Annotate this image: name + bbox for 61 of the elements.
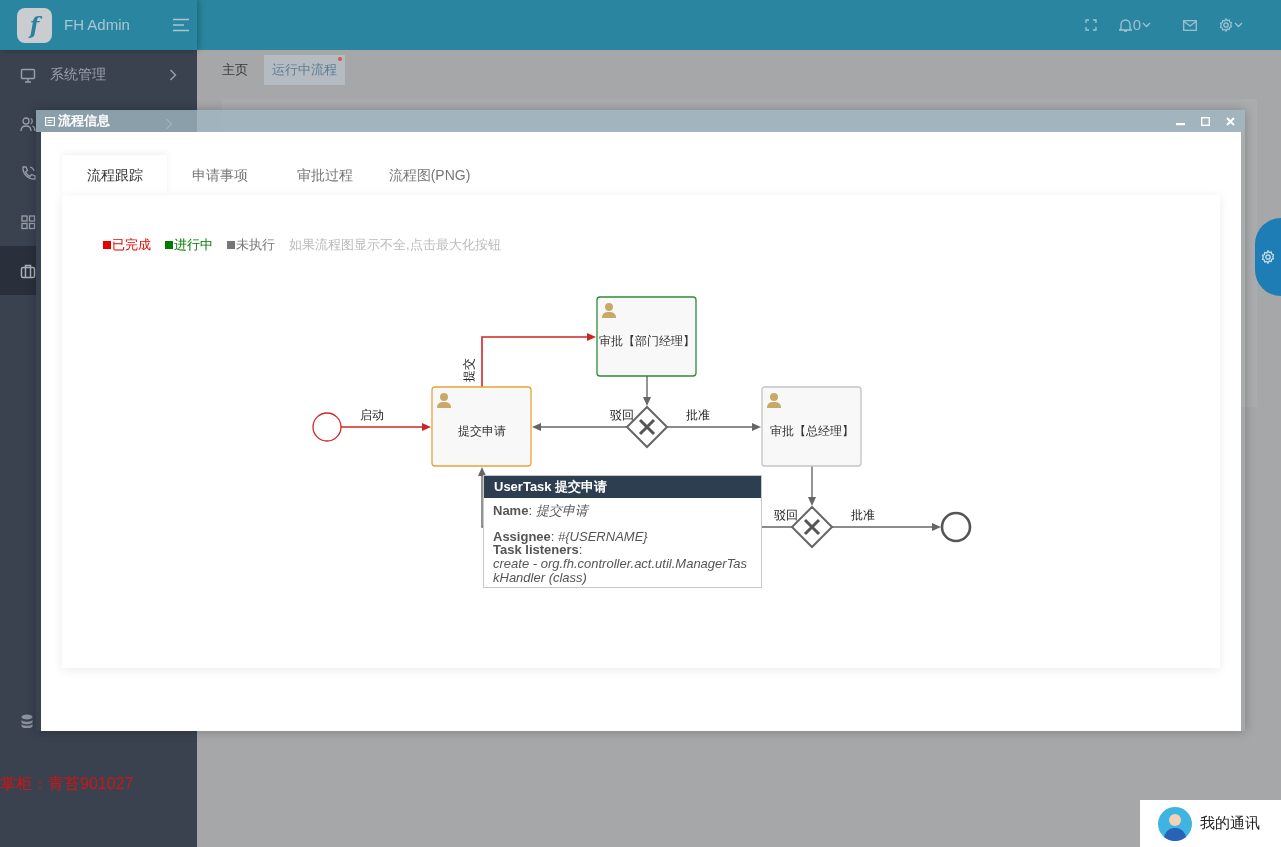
chat-label: 我的通讯 [1200,813,1260,834]
start-event [312,412,342,442]
monitor-icon [20,66,36,83]
dialog-title: 流程信息 [58,112,110,131]
maximize-icon[interactable] [1201,116,1210,126]
bell-icon[interactable] [1118,18,1132,32]
flow-label: 启动 [360,408,384,422]
briefcase-icon [20,262,36,279]
tab[interactable]: 审批过程 [272,155,377,195]
task-box[interactable] [431,386,532,467]
chat-widget[interactable]: 我的通讯 [1140,800,1281,847]
tooltip-title: UserTask 提交申请 [484,476,761,498]
settings-icon[interactable] [1219,18,1233,32]
tab[interactable]: 申请事项 [167,155,272,195]
page-tab[interactable]: 主页 [214,55,256,85]
flow-label: 批准 [851,508,875,522]
menu-item[interactable] [0,246,36,295]
user-icon [437,393,451,408]
users-icon [20,115,36,132]
menu-item[interactable]: 系统管理 [0,50,197,99]
tab[interactable]: 流程跟踪 [62,155,167,195]
caret-icon[interactable] [1234,22,1243,28]
gateway [625,405,669,449]
flow-label: 驳回 [774,508,798,522]
legend-label: 已完成 [112,236,151,255]
close-icon[interactable] [1226,116,1235,126]
tooltip-text: Task listeners: [493,543,583,557]
window-icon [45,116,55,126]
tooltip-text: create - org.fh.controller.act.util.ManagerTaskHandler (class) [493,556,749,585]
user-icon [767,393,781,408]
task-box[interactable] [761,386,862,467]
task-label: 审批【部门经理】 [599,335,695,347]
menu-icon[interactable] [171,18,190,32]
task-label: 审批【总经理】 [770,425,854,437]
app-logo[interactable]: f [17,7,52,43]
flow-label: 提交 [462,358,476,382]
avatar [1158,806,1192,841]
tab[interactable]: 流程图(PNG) [377,155,482,195]
hint-text: 如果流程图显示不全,点击最大化按钮 [289,236,501,255]
note-text: 掌柜：青苔901027 [0,774,134,794]
task-label: 提交申请 [458,425,506,437]
legend-label: 进行中 [174,236,213,255]
settings-tab[interactable] [1255,218,1281,296]
tooltip-text: Assignee: #{USERNAME} [493,529,649,544]
settings-icon [1261,250,1275,264]
tooltip-text: Name: 提交申请 [493,504,590,518]
grid-icon [20,213,36,230]
task-box[interactable] [596,296,697,377]
legend-label: 未执行 [236,236,275,255]
chevron-icon [169,68,177,81]
end-event [940,511,972,543]
mail-icon[interactable] [1183,19,1197,31]
caret-icon[interactable] [1142,22,1151,28]
app-name: FH Admin [64,14,130,35]
fullscreen-icon[interactable] [1084,19,1097,31]
phone-icon [20,164,36,181]
flow-label: 驳回 [610,408,634,422]
menu-label: 系统管理 [50,65,106,84]
flow-label: 批准 [686,408,710,422]
user-icon [602,303,616,318]
database-icon[interactable] [21,714,33,728]
